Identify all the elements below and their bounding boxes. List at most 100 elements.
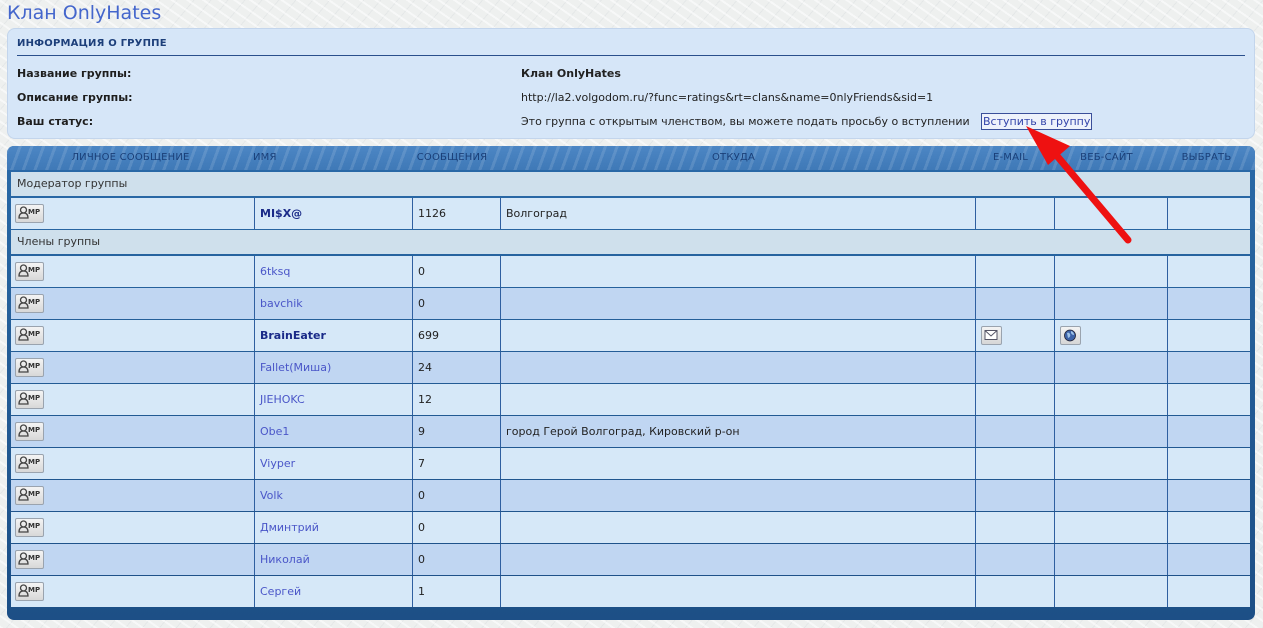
- select-cell[interactable]: [1167, 384, 1250, 415]
- name-cell: Obe1: [254, 416, 412, 447]
- member-name-link[interactable]: Сергей: [260, 585, 301, 598]
- select-cell[interactable]: [1167, 320, 1250, 351]
- email-cell: [975, 512, 1054, 543]
- column-header-select[interactable]: ВЫБРАТЬ: [1163, 146, 1250, 170]
- member-row: MP JIEHOKC 12: [11, 384, 1250, 415]
- member-name-link[interactable]: Дминтрий: [260, 521, 319, 534]
- pm-button-label: MP: [28, 207, 41, 216]
- name-cell: JIEHOKC: [254, 384, 412, 415]
- email-icon[interactable]: [981, 325, 1002, 345]
- select-cell[interactable]: [1167, 256, 1250, 287]
- group-name-row: Название группы: Клан OnlyHates: [17, 66, 1245, 82]
- column-header-posts[interactable]: СООБЩЕНИЯ: [408, 146, 496, 170]
- pm-button-label: MP: [28, 457, 41, 466]
- column-header-pm[interactable]: ЛИЧНОЕ СООБЩЕНИЕ: [11, 146, 250, 170]
- private-message-button[interactable]: MP: [15, 453, 44, 473]
- select-cell[interactable]: [1167, 576, 1250, 607]
- select-cell[interactable]: [1167, 480, 1250, 511]
- pm-cell: MP: [11, 544, 254, 575]
- select-cell[interactable]: [1167, 448, 1250, 479]
- group-status-label: Ваш статус:: [17, 115, 94, 128]
- group-description-row: Описание группы: http://la2.volgodom.ru/…: [17, 90, 1245, 106]
- email-cell: [975, 576, 1054, 607]
- member-name-link[interactable]: Николай: [260, 553, 310, 566]
- private-message-button[interactable]: MP: [15, 517, 44, 537]
- group-info-panel: ИНФОРМАЦИЯ О ГРУППЕ Название группы: Кла…: [7, 28, 1255, 139]
- member-name-link[interactable]: 6tksq: [260, 265, 290, 278]
- posts-cell: 0: [412, 544, 500, 575]
- member-row: MP Дминтрий 0: [11, 512, 1250, 543]
- member-row: MP Obe1 9 город Герой Волгоград, Кировски…: [11, 416, 1250, 447]
- member-row: MP 6tksq 0: [11, 256, 1250, 287]
- private-message-button[interactable]: MP: [15, 421, 44, 441]
- globe-icon[interactable]: [1060, 325, 1081, 345]
- private-message-button[interactable]: MP: [15, 581, 44, 601]
- select-cell[interactable]: [1167, 198, 1250, 229]
- private-message-button[interactable]: MP: [15, 203, 44, 223]
- private-message-button[interactable]: MP: [15, 549, 44, 569]
- pm-button-label: MP: [28, 393, 41, 402]
- private-message-button[interactable]: MP: [15, 261, 44, 281]
- column-header-email[interactable]: E-MAIL: [971, 146, 1050, 170]
- group-description-value: http://la2.volgodom.ru/?func=ratings&rt=…: [521, 91, 934, 104]
- select-cell[interactable]: [1167, 512, 1250, 543]
- pm-cell: MP: [11, 576, 254, 607]
- pm-button-label: MP: [28, 265, 41, 274]
- website-cell: [1054, 544, 1167, 575]
- from-cell: [500, 544, 975, 575]
- private-message-button[interactable]: MP: [15, 357, 44, 377]
- email-cell: [975, 320, 1054, 351]
- pm-button-label: MP: [28, 489, 41, 498]
- email-cell: [975, 352, 1054, 383]
- name-cell: 6tksq: [254, 256, 412, 287]
- from-cell: [500, 448, 975, 479]
- pm-cell: MP: [11, 448, 254, 479]
- pm-button-label: MP: [28, 585, 41, 594]
- select-cell[interactable]: [1167, 416, 1250, 447]
- email-cell: [975, 544, 1054, 575]
- group-status-row: Ваш статус: Это группа с открытым членст…: [17, 113, 1245, 130]
- member-name-link[interactable]: JIEHOKC: [260, 393, 305, 406]
- column-header-name[interactable]: ИМЯ: [250, 146, 408, 170]
- member-name-link[interactable]: Viyper: [260, 457, 295, 470]
- website-cell: [1054, 352, 1167, 383]
- join-group-button[interactable]: Вступить в группу: [981, 113, 1093, 130]
- email-cell: [975, 288, 1054, 319]
- pm-button-label: MP: [28, 521, 41, 530]
- private-message-button[interactable]: MP: [15, 389, 44, 409]
- member-name-link[interactable]: Fallet(Миша): [260, 361, 331, 374]
- website-cell: [1054, 320, 1167, 351]
- from-cell: [500, 384, 975, 415]
- name-cell: Николай: [254, 544, 412, 575]
- select-cell[interactable]: [1167, 352, 1250, 383]
- pm-button-label: MP: [28, 361, 41, 370]
- group-status-value: Это группа с открытым членством, вы може…: [521, 115, 970, 128]
- section-members: Члены группы: [11, 230, 1250, 254]
- group-members-table: ЛИЧНОЕ СООБЩЕНИЕ ИМЯ СООБЩЕНИЯ ОТКУДА E-…: [7, 146, 1255, 620]
- group-description-label: Описание группы:: [17, 91, 133, 104]
- select-cell[interactable]: [1167, 544, 1250, 575]
- member-name-link[interactable]: bavchik: [260, 297, 303, 310]
- private-message-button[interactable]: MP: [15, 293, 44, 313]
- website-cell: [1054, 576, 1167, 607]
- email-cell: [975, 198, 1054, 229]
- member-row: MP Сергей 1: [11, 576, 1250, 607]
- column-header-from[interactable]: ОТКУДА: [496, 146, 971, 170]
- website-cell: [1054, 416, 1167, 447]
- member-row: MP Николай 0: [11, 544, 1250, 575]
- private-message-button[interactable]: MP: [15, 325, 44, 345]
- member-name-link[interactable]: BrainEater: [260, 329, 326, 342]
- pm-cell: MP: [11, 288, 254, 319]
- select-cell[interactable]: [1167, 288, 1250, 319]
- column-header-website[interactable]: ВЕБ-САЙТ: [1050, 146, 1163, 170]
- member-name-link[interactable]: Volk: [260, 489, 283, 502]
- pm-cell: MP: [11, 352, 254, 383]
- member-name-link[interactable]: MI$X@: [260, 207, 302, 220]
- pm-button-label: MP: [28, 425, 41, 434]
- private-message-button[interactable]: MP: [15, 485, 44, 505]
- member-name-link[interactable]: Obe1: [260, 425, 289, 438]
- member-row: MP bavchik 0: [11, 288, 1250, 319]
- posts-cell: 0: [412, 256, 500, 287]
- from-cell: [500, 480, 975, 511]
- from-cell: [500, 576, 975, 607]
